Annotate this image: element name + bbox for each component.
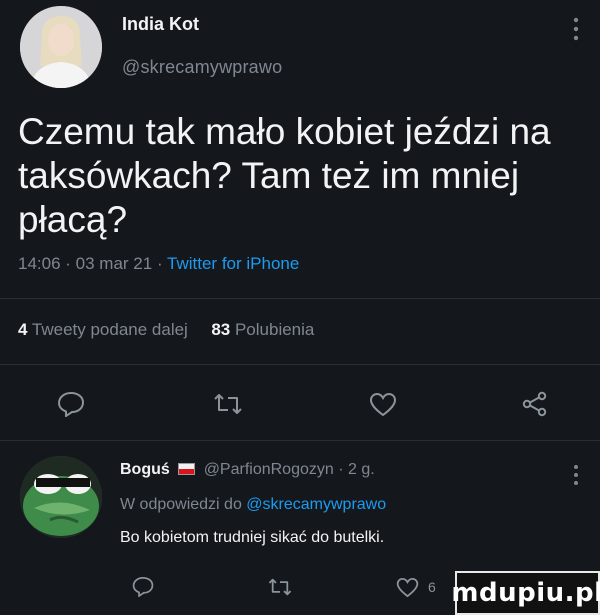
- reply-icon[interactable]: [57, 391, 85, 417]
- reply-author-avatar[interactable]: [20, 456, 102, 538]
- tweet-text: Czemu tak mało kobiet jeździ na taksówka…: [18, 111, 551, 240]
- tweet-client-link[interactable]: Twitter for iPhone: [167, 254, 299, 273]
- heart-icon[interactable]: [396, 577, 419, 598]
- more-vertical-icon[interactable]: [572, 463, 580, 487]
- poland-flag-icon: [178, 463, 196, 475]
- author-avatar[interactable]: [20, 6, 102, 88]
- author-handle[interactable]: @skrecamywprawo: [122, 57, 282, 78]
- tweet-date: 03 mar 21: [75, 254, 153, 273]
- reply-author-handle[interactable]: @ParfionRogozyn: [204, 461, 334, 478]
- heart-icon[interactable]: [369, 392, 397, 417]
- retweet-label: Tweety podane dalej: [31, 320, 188, 339]
- reply-context: W odpowiedzi do @skrecamywprawo: [120, 496, 386, 514]
- divider: [0, 364, 600, 365]
- retweet-icon[interactable]: [212, 392, 244, 416]
- site-watermark: mdupiu.pl: [451, 571, 600, 615]
- more-vertical-icon[interactable]: [572, 16, 580, 42]
- reply-to-prefix: W odpowiedzi do: [120, 496, 242, 513]
- retweet-icon[interactable]: [267, 577, 293, 597]
- tweet-stats: 4 Tweety podane dalej 83 Polubienia: [18, 320, 314, 340]
- retweets-stat[interactable]: 4 Tweety podane dalej: [18, 320, 188, 339]
- reply-text: Bo kobietom trudniej sikać do butelki.: [120, 529, 385, 546]
- share-icon[interactable]: [522, 391, 548, 417]
- author-name[interactable]: India Kot: [122, 14, 199, 35]
- reply-icon[interactable]: [132, 576, 154, 597]
- meta-separator: ·: [156, 254, 168, 273]
- like-label: Polubienia: [234, 320, 315, 339]
- tweet-meta: 14:06 · 03 mar 21 · Twitter for iPhone: [18, 254, 299, 274]
- reply-header: Boguś @ParfionRogozyn · 2 g.: [120, 461, 375, 479]
- reply-author-name[interactable]: Boguś: [120, 461, 170, 478]
- retweet-count: 4: [18, 320, 28, 339]
- meta-separator: ·: [65, 254, 76, 273]
- tweet-time: 14:06: [18, 254, 61, 273]
- divider: [0, 298, 600, 299]
- reply-like-count: 6: [428, 579, 436, 595]
- reply-age: 2 g.: [348, 461, 375, 478]
- reply-to-mention[interactable]: @skrecamywprawo: [246, 496, 386, 513]
- likes-stat[interactable]: 83 Polubienia: [211, 320, 314, 339]
- divider: [0, 440, 600, 441]
- meta-separator: ·: [338, 461, 349, 478]
- like-count: 83: [211, 320, 231, 339]
